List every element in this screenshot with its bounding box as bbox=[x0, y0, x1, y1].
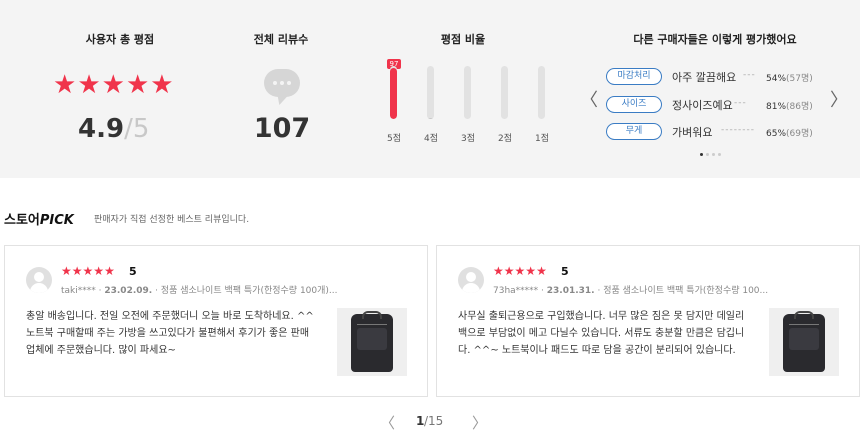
carousel-dot[interactable] bbox=[700, 153, 703, 156]
star-icon: ★ bbox=[71, 264, 83, 278]
star-icon: ★ bbox=[82, 264, 94, 278]
review-stars: ★ ★ ★ ★ ★ bbox=[61, 263, 115, 279]
pager-prev-icon[interactable]: 〈 bbox=[380, 412, 395, 433]
star-icon: ★ bbox=[53, 70, 77, 100]
keywords-prev-icon[interactable]: 〈 bbox=[580, 92, 598, 110]
carousel-dot[interactable] bbox=[712, 153, 715, 156]
keyword-leader: -------- bbox=[721, 125, 755, 135]
review-user: taki**** bbox=[61, 286, 96, 296]
review-body: 사무실 출퇴근용으로 구입했습니다. 너무 많은 짐은 못 담지만 데일리백으로… bbox=[458, 311, 745, 356]
average-max: /5 bbox=[124, 114, 150, 144]
store-pick-prefix: 스토어 bbox=[4, 213, 40, 228]
ratio-bar-label: 2점 bbox=[497, 134, 512, 144]
carousel-dot[interactable] bbox=[718, 153, 721, 156]
keyword-tag[interactable]: 무게 bbox=[606, 123, 662, 140]
rating-summary-panel: 사용자 총 평점 ★ ★ ★ ★ ★ 4.9/5 전체 리뷰수 107 평점 비… bbox=[0, 0, 860, 178]
bubble-dot bbox=[280, 81, 284, 85]
review-stars: ★ ★ ★ ★ ★ bbox=[493, 263, 547, 279]
keyword-text: 가벼워요 bbox=[672, 126, 713, 139]
star-icon: ★ bbox=[101, 70, 125, 100]
review-card[interactable]: ★ ★ ★ ★ ★ 5 taki**** · 23.02.09. · 정품 샘소나이트 … bbox=[4, 245, 428, 397]
star-icon: ★ bbox=[77, 70, 101, 100]
backpack-image bbox=[783, 311, 825, 372]
review-product: 정품 샘소나이트 백팩 특가(한정수량 100개)... bbox=[160, 286, 338, 296]
review-score: 5 bbox=[561, 265, 569, 278]
ratio-title: 평점 비율 bbox=[440, 33, 486, 46]
keyword-text: 정사이즈예요 bbox=[672, 99, 733, 112]
star-icon: ★ bbox=[150, 70, 174, 100]
bubble-dot bbox=[273, 81, 277, 85]
keyword-leader: --- bbox=[743, 70, 756, 80]
star-icon: ★ bbox=[93, 264, 105, 278]
review-body: 총알 배송입니다. 전일 오전에 주문했더니 오늘 바로 도착하네요. ^^ 노… bbox=[26, 311, 314, 356]
store-pick-title: 스토어PICK bbox=[4, 209, 74, 228]
keyword-tag[interactable]: 사이즈 bbox=[606, 96, 662, 113]
star-icon: ★ bbox=[125, 70, 150, 100]
backpack-image bbox=[351, 311, 393, 372]
review-meta: taki**** · 23.02.09. · 정품 샘소나이트 백팩 특가(한정… bbox=[61, 286, 338, 296]
ratio-bar-fill bbox=[390, 67, 397, 119]
speech-bubble-icon bbox=[264, 69, 300, 97]
keyword-text: 아주 깔끔해요 bbox=[672, 71, 737, 84]
review-photo[interactable] bbox=[337, 308, 407, 376]
star-icon: ★ bbox=[104, 264, 115, 278]
ratio-bar bbox=[501, 66, 508, 119]
star-icon: ★ bbox=[503, 264, 515, 278]
keyword-tag[interactable]: 마감처리 bbox=[606, 68, 662, 85]
keywords-title: 다른 구매자들은 이렇게 평가했어요 bbox=[633, 33, 797, 46]
avatar bbox=[458, 267, 484, 293]
keyword-percent: 65%(69명) bbox=[766, 129, 813, 139]
ratio-bar-label: 1점 bbox=[534, 134, 549, 144]
ratio-bar bbox=[464, 66, 471, 119]
keyword-percent: 54%(57명) bbox=[766, 74, 813, 84]
ratio-bar-label: 4점 bbox=[423, 134, 438, 144]
ratio-bar-fill bbox=[427, 117, 434, 119]
carousel-dot[interactable] bbox=[706, 153, 709, 156]
review-card[interactable]: ★ ★ ★ ★ ★ 5 73ha***** · 23.01.31. · 정품 샘소나이트… bbox=[436, 245, 860, 397]
ratio-bar bbox=[390, 66, 397, 119]
avatar bbox=[26, 267, 52, 293]
review-meta: 73ha***** · 23.01.31. · 정품 샘소나이트 백팩 특가(한… bbox=[493, 286, 769, 296]
average-stars: ★ ★ ★ ★ ★ bbox=[53, 71, 174, 99]
ratio-bar-label: 5점 bbox=[386, 134, 401, 144]
review-count-title: 전체 리뷰수 bbox=[253, 33, 309, 46]
keyword-percent: 81%(86명) bbox=[766, 102, 813, 112]
review-date: 23.01.31. bbox=[546, 286, 595, 296]
rating-title: 사용자 총 평점 bbox=[85, 33, 155, 46]
review-user: 73ha***** bbox=[493, 286, 539, 296]
review-score: 5 bbox=[129, 265, 137, 278]
carousel-dots bbox=[700, 153, 721, 156]
store-pick-em: PICK bbox=[39, 213, 74, 228]
star-icon: ★ bbox=[61, 264, 72, 278]
ratio-bar bbox=[427, 66, 434, 119]
average-value: 4.9 bbox=[78, 114, 125, 144]
bubble-dot bbox=[287, 81, 291, 85]
star-icon: ★ bbox=[525, 264, 537, 278]
star-icon: ★ bbox=[514, 264, 526, 278]
store-pick-subtitle: 판매자가 직접 선정한 베스트 리뷰입니다. bbox=[94, 215, 250, 225]
keyword-leader: --- bbox=[734, 98, 747, 108]
pager-total: /15 bbox=[424, 414, 444, 428]
review-count: 107 bbox=[253, 113, 311, 144]
review-date: 23.02.09. bbox=[104, 286, 153, 296]
star-icon: ★ bbox=[536, 264, 547, 278]
ratio-bar bbox=[538, 66, 545, 119]
ratio-bar-label: 3점 bbox=[460, 134, 475, 144]
average-rating: 4.9/5 bbox=[78, 114, 149, 144]
review-product: 정품 샘소나이트 백팩 특가(한정수량 100... bbox=[603, 286, 769, 296]
keywords-next-icon[interactable]: 〉 bbox=[830, 92, 848, 110]
pager-next-icon[interactable]: 〉 bbox=[472, 412, 487, 433]
review-photo[interactable] bbox=[769, 308, 839, 376]
star-icon: ★ bbox=[493, 264, 504, 278]
